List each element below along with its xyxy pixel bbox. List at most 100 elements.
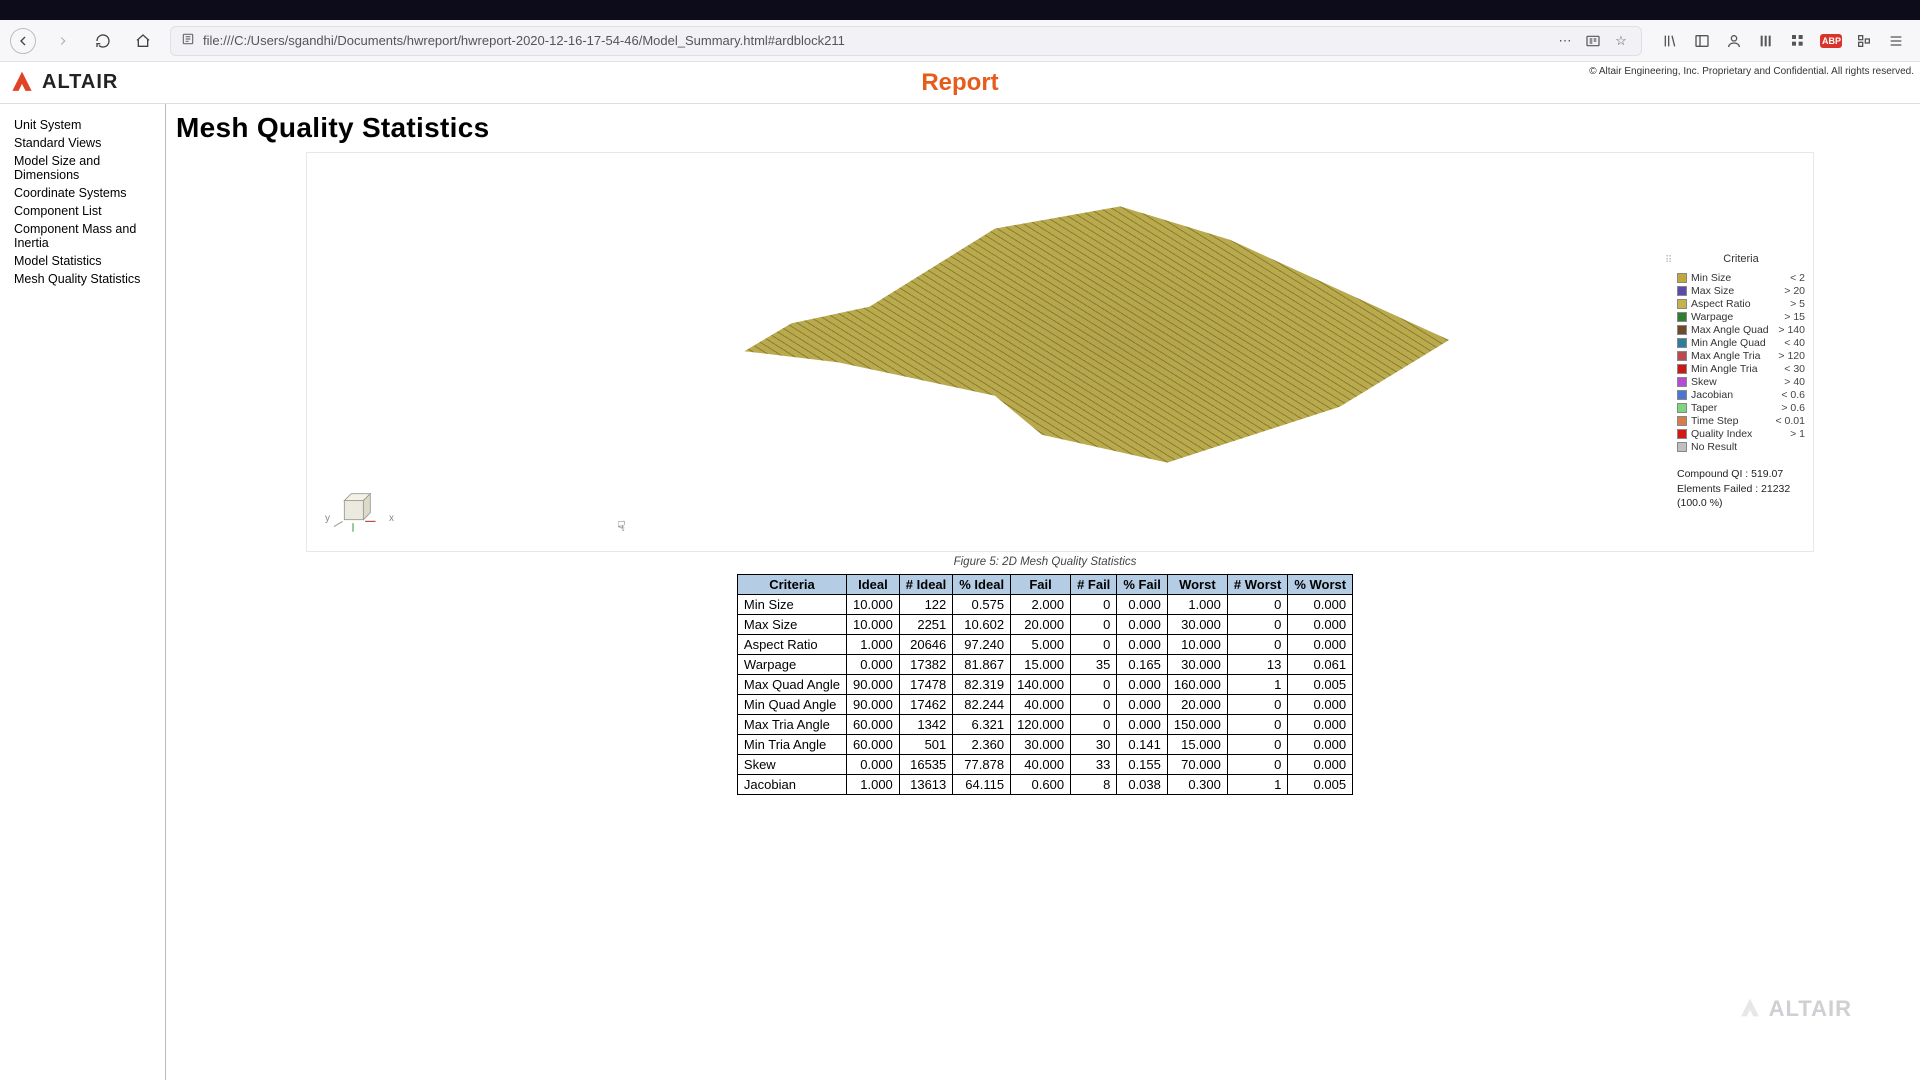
table-cell: 30.000 bbox=[1167, 615, 1227, 635]
legend-item-threshold: > 5 bbox=[1790, 298, 1805, 310]
table-cell: 10.000 bbox=[1167, 635, 1227, 655]
sidebar-toggle-icon[interactable] bbox=[1692, 31, 1712, 51]
sidebar-item-coordinate-systems[interactable]: Coordinate Systems bbox=[14, 184, 165, 202]
legend-title: Criteria bbox=[1677, 253, 1805, 265]
legend-item-threshold: < 0.6 bbox=[1781, 389, 1805, 401]
table-cell: 0.000 bbox=[847, 655, 900, 675]
table-cell: 0.141 bbox=[1117, 735, 1168, 755]
table-cell: 90.000 bbox=[847, 675, 900, 695]
legend-item-name: Max Size bbox=[1691, 285, 1780, 297]
sidebar-item-component-list[interactable]: Component List bbox=[14, 202, 165, 220]
table-cell: 140.000 bbox=[1011, 675, 1071, 695]
table-cell: 64.115 bbox=[953, 775, 1011, 795]
table-cell: 30.000 bbox=[1167, 655, 1227, 675]
table-cell: 60.000 bbox=[847, 715, 900, 735]
criteria-legend: ⠿ Criteria Min Size< 2Max Size> 20Aspect… bbox=[1677, 253, 1805, 511]
table-cell: 1.000 bbox=[847, 775, 900, 795]
table-cell: 1 bbox=[1227, 775, 1287, 795]
sidebar-item-unit-system[interactable]: Unit System bbox=[14, 116, 165, 134]
reload-button[interactable] bbox=[90, 28, 116, 54]
legend-item: No Result bbox=[1677, 440, 1805, 453]
sidebar-item-model-size[interactable]: Model Size and Dimensions bbox=[14, 152, 165, 184]
legend-swatch bbox=[1677, 442, 1687, 452]
address-bar[interactable]: file:///C:/Users/sgandhi/Documents/hwrep… bbox=[170, 26, 1642, 56]
table-cell: 0.000 bbox=[1288, 595, 1353, 615]
table-header-cell: % Worst bbox=[1288, 575, 1353, 595]
table-row: Warpage0.0001738281.86715.000350.16530.0… bbox=[737, 655, 1352, 675]
table-cell: 0 bbox=[1227, 595, 1287, 615]
table-cell: 0.005 bbox=[1288, 775, 1353, 795]
table-cell: 120.000 bbox=[1011, 715, 1071, 735]
forward-button[interactable] bbox=[50, 28, 76, 54]
account-icon[interactable] bbox=[1724, 31, 1744, 51]
legend-footer-failed: Elements Failed : 21232 (100.0 %) bbox=[1677, 482, 1805, 511]
table-cell: 0.575 bbox=[953, 595, 1011, 615]
table-cell: 13 bbox=[1227, 655, 1287, 675]
sidebar-item-model-statistics[interactable]: Model Statistics bbox=[14, 252, 165, 270]
legend-item: Quality Index> 1 bbox=[1677, 427, 1805, 440]
altair-logo: ALTAIR bbox=[8, 69, 118, 97]
sidebar-item-component-mass[interactable]: Component Mass and Inertia bbox=[14, 220, 165, 252]
quality-stats-table: CriteriaIdeal# Ideal% IdealFail# Fail% F… bbox=[737, 574, 1353, 795]
legend-item-name: Warpage bbox=[1691, 311, 1780, 323]
table-cell: Jacobian bbox=[737, 775, 846, 795]
table-cell: Min Tria Angle bbox=[737, 735, 846, 755]
sidebar-item-mesh-quality[interactable]: Mesh Quality Statistics bbox=[14, 270, 165, 288]
legend-swatch bbox=[1677, 403, 1687, 413]
table-cell: Max Tria Angle bbox=[737, 715, 846, 735]
table-cell: 40.000 bbox=[1011, 755, 1071, 775]
table-row: Max Size10.000225110.60220.00000.00030.0… bbox=[737, 615, 1352, 635]
table-cell: 0.000 bbox=[1288, 615, 1353, 635]
extension-abp-icon[interactable]: ABP bbox=[1820, 34, 1842, 48]
home-button[interactable] bbox=[130, 28, 156, 54]
sidebar-item-standard-views[interactable]: Standard Views bbox=[14, 134, 165, 152]
legend-footer-qi: Compound QI : 519.07 bbox=[1677, 467, 1805, 482]
page-info-icon[interactable] bbox=[181, 32, 195, 49]
report-title: Report bbox=[921, 69, 998, 97]
extension-icon-1[interactable] bbox=[1756, 31, 1776, 51]
table-cell: 15.000 bbox=[1011, 655, 1071, 675]
cursor-icon: ☟ bbox=[617, 518, 626, 535]
table-row: Skew0.0001653577.87840.000330.15570.0000… bbox=[737, 755, 1352, 775]
legend-item-name: Max Angle Quad bbox=[1691, 324, 1774, 336]
bookmark-icon[interactable]: ☆ bbox=[1611, 31, 1631, 51]
legend-item: Skew> 40 bbox=[1677, 375, 1805, 388]
table-cell: 10.000 bbox=[847, 595, 900, 615]
table-cell: 30 bbox=[1071, 735, 1117, 755]
sidebar: Unit System Standard Views Model Size an… bbox=[0, 104, 166, 1080]
table-cell: 5.000 bbox=[1011, 635, 1071, 655]
legend-item: Time Step< 0.01 bbox=[1677, 414, 1805, 427]
table-cell: 0 bbox=[1227, 615, 1287, 635]
legend-item-threshold: > 15 bbox=[1784, 311, 1805, 323]
legend-item-threshold: > 1 bbox=[1790, 428, 1805, 440]
table-cell: 501 bbox=[899, 735, 952, 755]
table-row: Aspect Ratio1.0002064697.2405.00000.0001… bbox=[737, 635, 1352, 655]
table-cell: 82.244 bbox=[953, 695, 1011, 715]
legend-item-threshold: > 120 bbox=[1778, 350, 1805, 362]
legend-drag-icon[interactable]: ⠿ bbox=[1665, 255, 1672, 266]
table-cell: 0.000 bbox=[1288, 695, 1353, 715]
extension-icon-2[interactable] bbox=[1788, 31, 1808, 51]
toolbar-right: ABP bbox=[1656, 31, 1910, 51]
table-cell: 0 bbox=[1071, 675, 1117, 695]
table-row: Max Quad Angle90.0001747882.319140.00000… bbox=[737, 675, 1352, 695]
table-header-cell: # Ideal bbox=[899, 575, 952, 595]
legend-swatch bbox=[1677, 273, 1687, 283]
table-cell: 0 bbox=[1227, 635, 1287, 655]
menu-icon[interactable] bbox=[1886, 31, 1906, 51]
table-cell: 0.155 bbox=[1117, 755, 1168, 775]
table-cell: 0.165 bbox=[1117, 655, 1168, 675]
reader-mode-icon[interactable] bbox=[1583, 31, 1603, 51]
extension-icon-3[interactable] bbox=[1854, 31, 1874, 51]
legend-swatch bbox=[1677, 286, 1687, 296]
table-header-cell: Criteria bbox=[737, 575, 846, 595]
table-header-cell: Worst bbox=[1167, 575, 1227, 595]
back-button[interactable] bbox=[10, 28, 36, 54]
table-cell: 1342 bbox=[899, 715, 952, 735]
library-icon[interactable] bbox=[1660, 31, 1680, 51]
legend-item-name: Taper bbox=[1691, 402, 1777, 414]
legend-item-threshold: > 40 bbox=[1784, 376, 1805, 388]
table-cell: 90.000 bbox=[847, 695, 900, 715]
url-menu-icon[interactable]: ⋯ bbox=[1555, 31, 1575, 51]
url-text: file:///C:/Users/sgandhi/Documents/hwrep… bbox=[203, 33, 1547, 48]
